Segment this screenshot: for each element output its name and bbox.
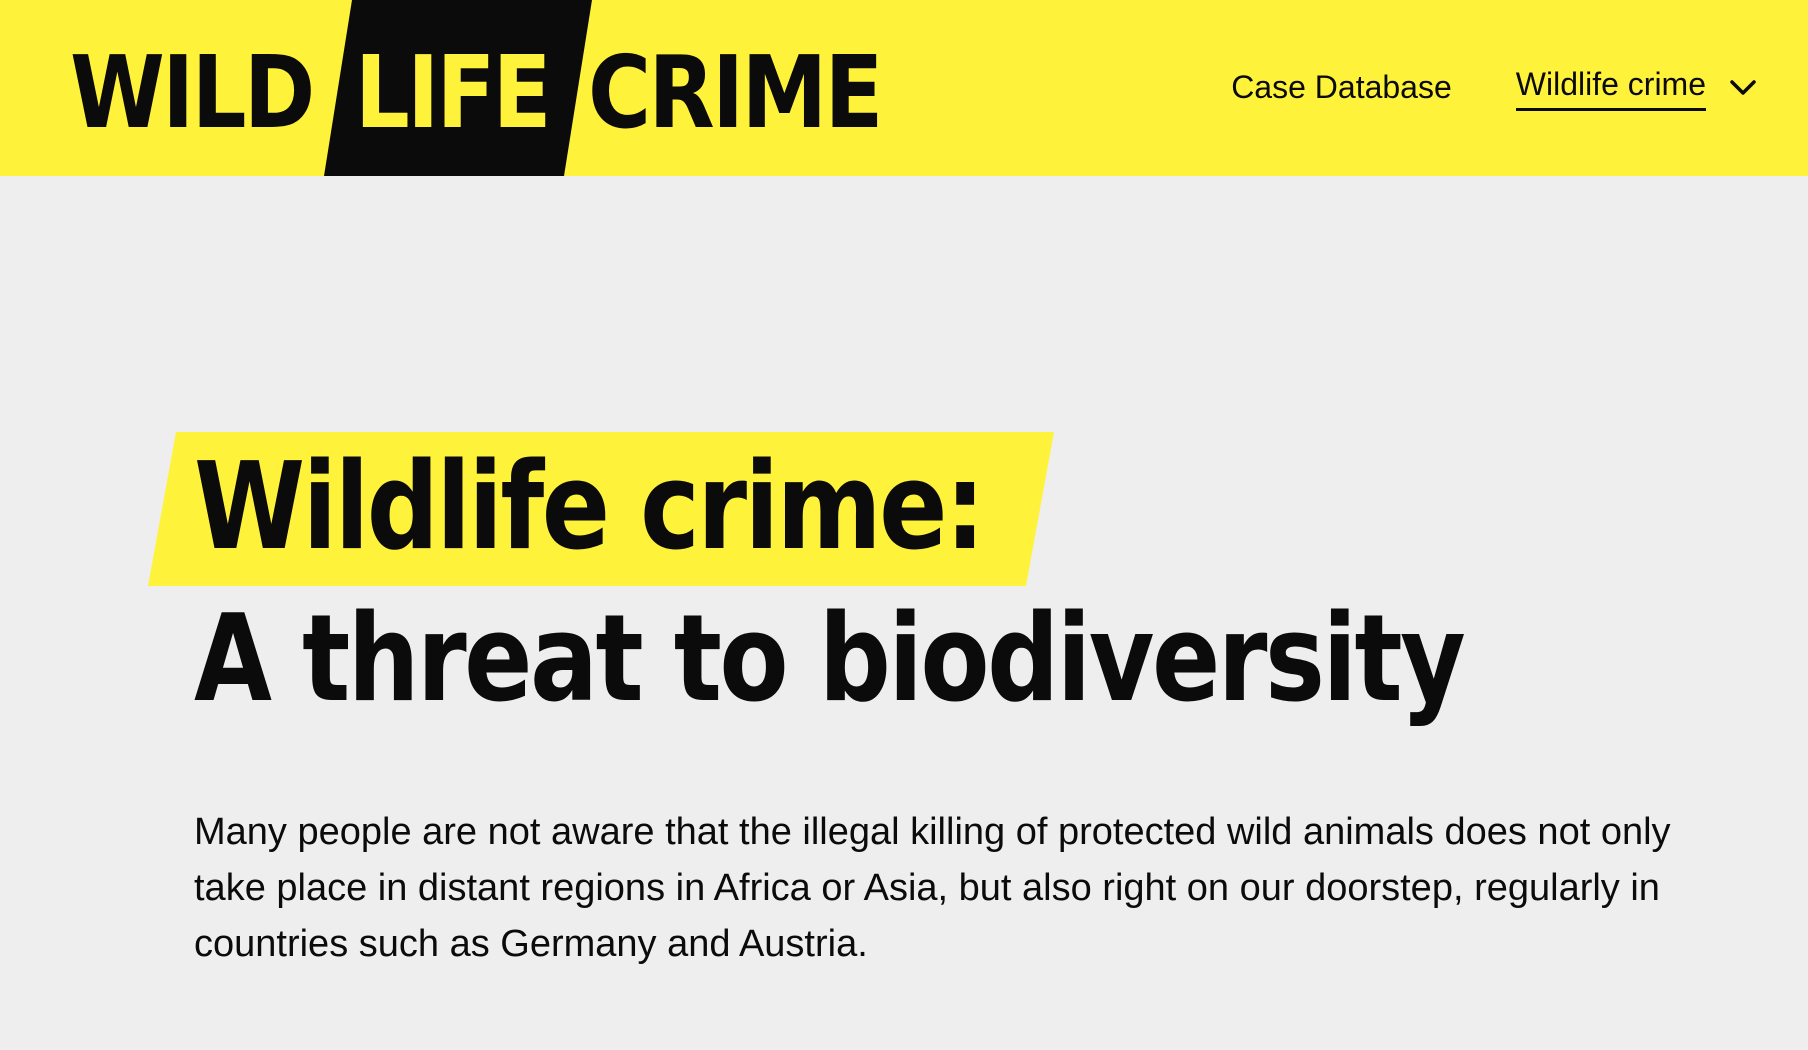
page-title: Wildlife crime:	[194, 438, 985, 577]
chevron-down-icon[interactable]	[1728, 72, 1758, 102]
main-nav: Case Database Wildlife crime	[1231, 62, 1758, 111]
intro-paragraph: Many people are not aware that the illeg…	[194, 811, 1671, 965]
nav-link-case-database[interactable]: Case Database	[1231, 65, 1452, 109]
page-subtitle: A threat to biodiversity	[194, 590, 1466, 729]
nav-link-wildlife-crime[interactable]: Wildlife crime	[1515, 62, 1706, 111]
chevron-down-icon-svg	[1730, 79, 1756, 95]
logo-word-wild: WILD	[70, 34, 315, 151]
logo-word-crime: CRIME	[588, 34, 883, 151]
site-header: WILD LIFE CRIME Case Database Wildlife c…	[0, 0, 1808, 176]
logo-word-life: LIFE	[355, 34, 552, 151]
